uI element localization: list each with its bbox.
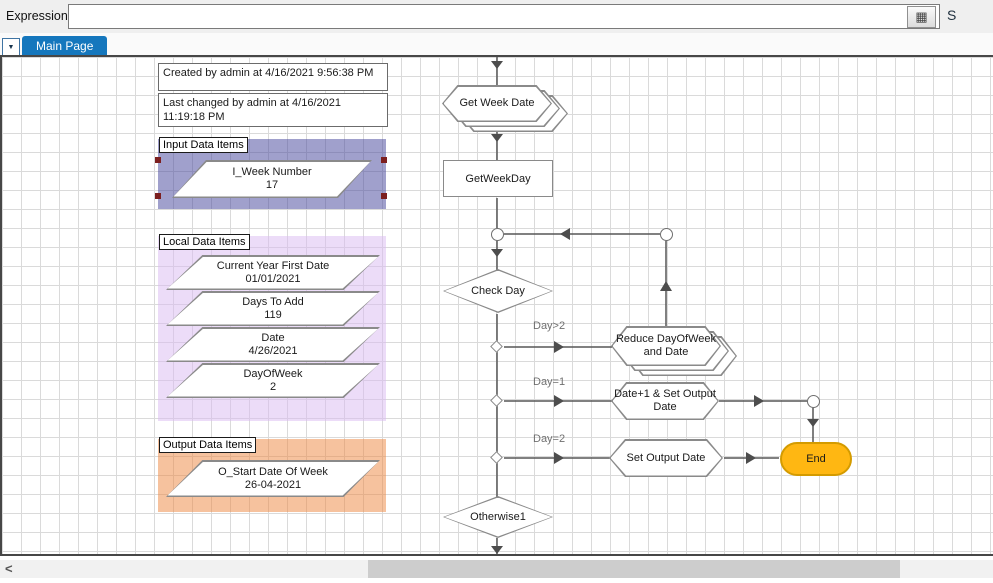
data-item-i-week-number[interactable]: I_Week Number 17: [172, 160, 372, 198]
data-item-value: 119: [264, 308, 282, 321]
data-item-text: O_Start Date Of Week 26-04-2021: [166, 460, 380, 497]
selection-handle[interactable]: [155, 157, 161, 163]
stage-get-week-date[interactable]: Get Week Date: [442, 85, 552, 122]
stage-label: Date+1 & Set Output Date: [614, 388, 716, 413]
selection-handle[interactable]: [381, 157, 387, 163]
branch-label-day-eq2: Day=2: [533, 433, 566, 445]
calculator-icon: ▦: [915, 9, 928, 24]
data-item-value: 4/26/2021: [248, 344, 298, 357]
horizontal-scrollbar-thumb[interactable]: [368, 560, 900, 578]
selection-handle[interactable]: [155, 193, 161, 199]
data-item-name: Days To Add: [242, 295, 304, 308]
expression-label: Expression:: [6, 9, 72, 23]
process-studio-window: Expression: ▦ S ▼ Main Page Created by a…: [0, 0, 993, 583]
tab-list-dropdown-button[interactable]: ▼: [2, 38, 20, 56]
calculator-button[interactable]: ▦: [907, 6, 936, 28]
tab-main-page[interactable]: Main Page: [22, 36, 108, 57]
data-item-value: 26-04-2021: [244, 478, 302, 491]
data-item-name: Current Year First Date: [216, 259, 330, 272]
loop-junction[interactable]: [660, 228, 673, 241]
group-input-label: Input Data Items: [159, 137, 248, 153]
stage-end[interactable]: End: [780, 442, 852, 476]
stage-label: Reduce DayOfWeek and Date: [615, 333, 717, 358]
data-item-value: 2: [269, 380, 277, 393]
note-last-changed[interactable]: Last changed by admin at 4/16/2021 11:19…: [158, 93, 388, 127]
data-item-text: Current Year First Date 01/01/2021: [166, 255, 380, 290]
branch-label-day-gt2: Day>2: [533, 320, 566, 332]
data-item-value: 17: [265, 179, 279, 191]
expression-toolbar: Expression: ▦ S: [0, 0, 993, 33]
stage-label: Otherwise1: [470, 510, 526, 523]
process-canvas[interactable]: Created by admin at 4/16/2021 9:56:38 PM…: [0, 57, 993, 556]
stage-check-day-decision[interactable]: Check Day: [443, 269, 553, 313]
loop-junction[interactable]: [491, 228, 504, 241]
note-created-by[interactable]: Created by admin at 4/16/2021 9:56:38 PM: [158, 63, 388, 91]
data-item-value: 01/01/2021: [245, 272, 301, 285]
branch-label-day-eq1: Day=1: [533, 376, 566, 388]
stage-label: Set Output Date: [626, 451, 706, 464]
horizontal-scrollbar[interactable]: <: [0, 560, 993, 578]
scroll-left-arrow-icon[interactable]: <: [5, 561, 13, 576]
data-item-name: DayOfWeek: [243, 367, 303, 380]
stage-date-plus-set-output[interactable]: Date+1 & Set Output Date: [611, 382, 719, 420]
stage-label: Get Week Date: [459, 97, 535, 109]
data-item-text: I_Week Number 17: [172, 160, 372, 198]
data-item-date[interactable]: Date 4/26/2021: [166, 327, 380, 362]
stage-set-output-date[interactable]: Set Output Date: [609, 439, 723, 477]
chevron-down-icon: ▼: [7, 43, 15, 51]
loop-junction[interactable]: [807, 395, 820, 408]
page-tab-bar: ▼ Main Page: [0, 33, 993, 57]
data-item-text: DayOfWeek 2: [166, 363, 380, 398]
expression-input[interactable]: [68, 4, 940, 29]
data-item-days-to-add[interactable]: Days To Add 119: [166, 291, 380, 326]
data-item-current-year-first-date[interactable]: Current Year First Date 01/01/2021: [166, 255, 380, 290]
selection-handle[interactable]: [381, 193, 387, 199]
data-item-dayofweek[interactable]: DayOfWeek 2: [166, 363, 380, 398]
data-item-name: I_Week Number: [232, 166, 312, 178]
data-item-name: Date: [261, 331, 285, 344]
store-in-partial-label: S: [947, 7, 957, 23]
data-item-text: Days To Add 119: [166, 291, 380, 326]
group-output-label: Output Data Items: [159, 437, 257, 453]
stage-label: Check Day: [471, 284, 525, 297]
data-item-name: O_Start Date Of Week: [218, 465, 328, 478]
data-item-text: Date 4/26/2021: [166, 327, 380, 362]
data-item-o-start-date-of-week[interactable]: O_Start Date Of Week 26-04-2021: [166, 460, 380, 497]
stage-getweekday[interactable]: GetWeekDay: [443, 160, 553, 197]
group-local-label: Local Data Items: [159, 234, 250, 250]
stage-reduce-dayofweek[interactable]: Reduce DayOfWeek and Date: [611, 326, 721, 366]
stage-otherwise1-decision[interactable]: Otherwise1: [443, 496, 553, 538]
